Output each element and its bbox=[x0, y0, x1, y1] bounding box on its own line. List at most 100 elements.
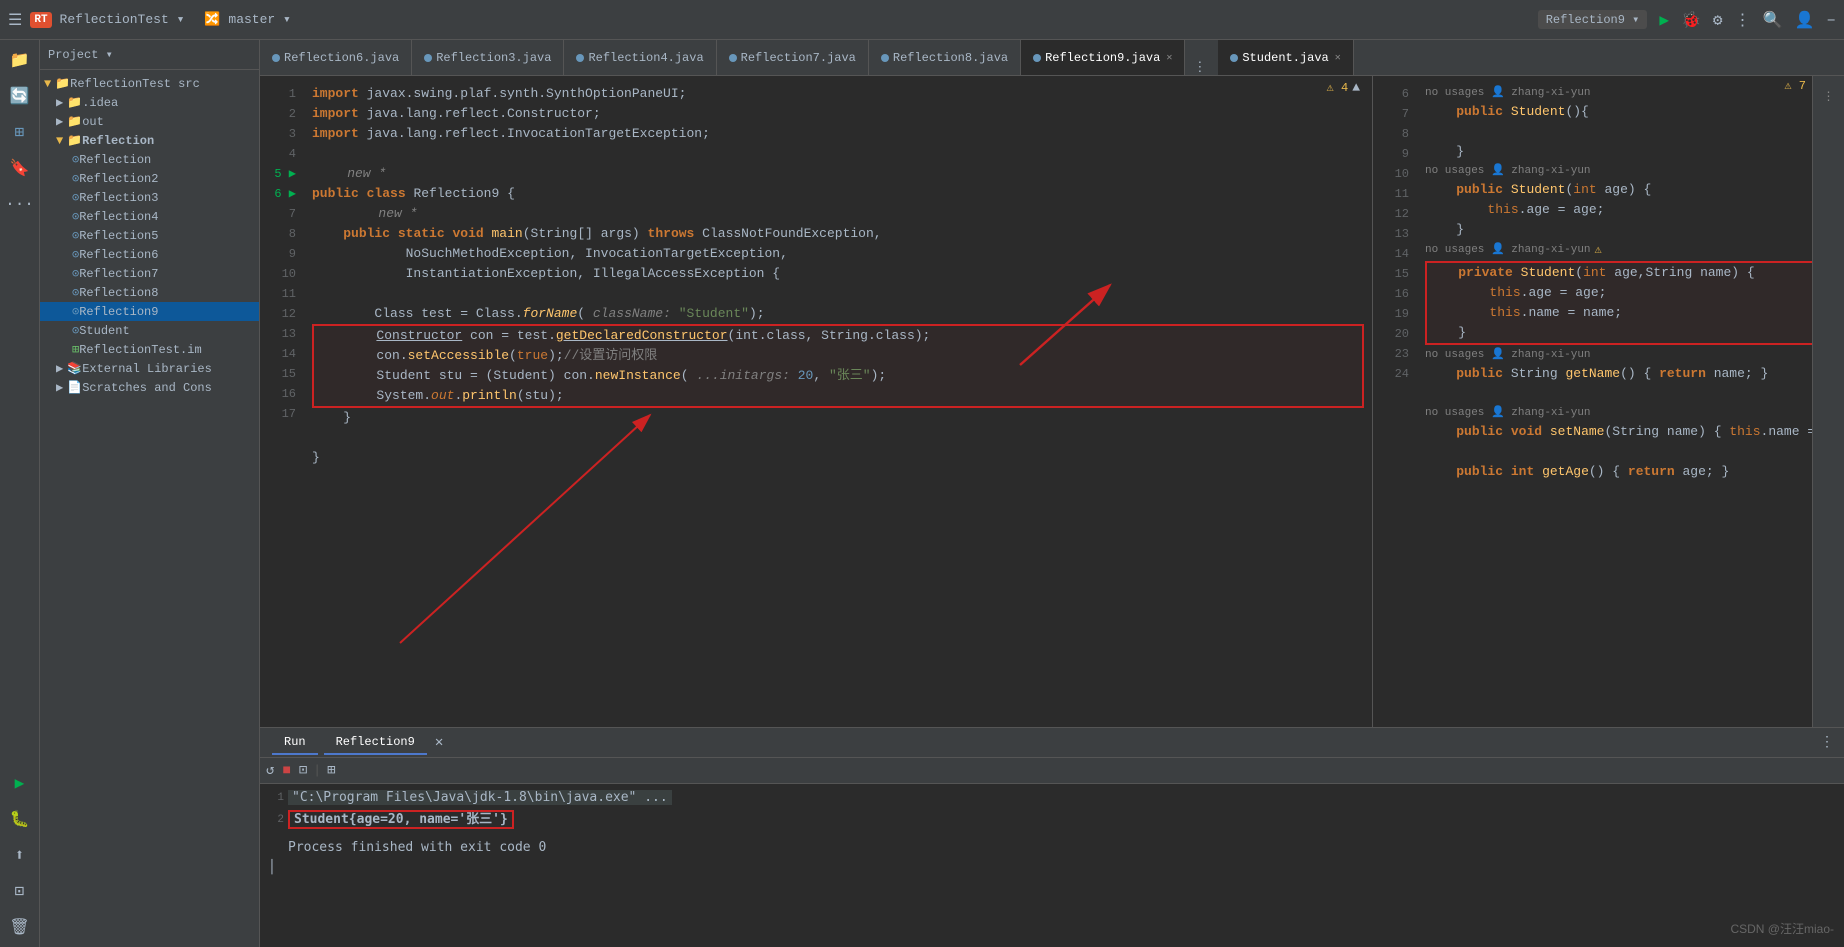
rerun-icon[interactable]: ↺ bbox=[264, 760, 276, 781]
toolbar-run-active-icon[interactable]: ▶ bbox=[4, 767, 36, 799]
student-warning: ⚠ 7 bbox=[1784, 79, 1806, 93]
title-bar-left: ☰ RT ReflectionTest ▾ 🔀 master ▾ bbox=[8, 10, 291, 30]
toolbar-bookmark-icon[interactable]: 🔖 bbox=[4, 152, 36, 184]
tree-item-extlib[interactable]: ▶ 📚 External Libraries bbox=[40, 359, 259, 378]
main-layout: 📁 🔄 ⊞ 🔖 ··· ▶ 🐛 ⬆ ⊡ 🗑 Project ▾ ▼ 📁 Refl… bbox=[0, 40, 1844, 947]
minimize-icon[interactable]: – bbox=[1826, 11, 1836, 29]
red-box-code: Constructor con = test.getDeclaredConstr… bbox=[312, 324, 1364, 408]
r1-label: Reflection bbox=[79, 153, 151, 167]
code-line-6: public static void main(String[] args) t… bbox=[312, 224, 1364, 244]
tab-reflection6[interactable]: Reflection6.java bbox=[260, 40, 412, 75]
app-menu-icon[interactable]: ☰ bbox=[8, 10, 22, 30]
tree-item-reflection2[interactable]: ⊙ Reflection2 bbox=[40, 169, 259, 188]
reflection9-editor[interactable]: ⚠ 4 ▲ 1 2 3 4 5 ▶ 6 ▶ 7 8 9 bbox=[260, 76, 1372, 727]
tree-item-reflection6[interactable]: ⊙ Reflection6 bbox=[40, 245, 259, 264]
tree-item-reflection1[interactable]: ⊙ Reflection bbox=[40, 150, 259, 169]
tree-item-reflection7[interactable]: ⊙ Reflection7 bbox=[40, 264, 259, 283]
tree-item-reflectiontest[interactable]: ⊞ ReflectionTest.im bbox=[40, 340, 259, 359]
toolbar-terminal-icon[interactable]: ⊡ bbox=[4, 875, 36, 907]
toolbar-debug2-icon[interactable]: 🐛 bbox=[4, 803, 36, 835]
r1-icon: ⊙ bbox=[72, 152, 79, 167]
tree-item-idea[interactable]: ▶ 📁 .idea bbox=[40, 93, 259, 112]
root-label: ReflectionTest src bbox=[70, 77, 200, 91]
tab-reflection7[interactable]: Reflection7.java bbox=[717, 40, 869, 75]
student-line-16: public String getName() { return name; } bbox=[1425, 364, 1812, 384]
right-toolbar-icon1[interactable]: ⋮ bbox=[1813, 80, 1844, 112]
tree-item-reflection-folder[interactable]: ▼ 📁 Reflection bbox=[40, 131, 259, 150]
tree-item-reflection4[interactable]: ⊙ Reflection4 bbox=[40, 207, 259, 226]
bottom-more-icon[interactable]: ⋮ bbox=[1818, 732, 1836, 753]
debug-icon[interactable]: 🐞 bbox=[1681, 10, 1701, 30]
code-line-10: Class test = Class.forName( className: "… bbox=[312, 304, 1364, 324]
project-tree: ▼ 📁 ReflectionTest src ▶ 📁 .idea ▶ 📁 out… bbox=[40, 70, 259, 947]
close-bottom-icon[interactable]: ✕ bbox=[433, 732, 445, 753]
tree-item-student[interactable]: ⊙ Student bbox=[40, 321, 259, 340]
code-line-17: } bbox=[312, 448, 1364, 468]
tab-reflection4[interactable]: Reflection4.java bbox=[564, 40, 716, 75]
run-icon[interactable]: ▶ bbox=[1659, 10, 1669, 30]
tree-item-reflection8[interactable]: ⊙ Reflection8 bbox=[40, 283, 259, 302]
tab-reflection9[interactable]: Reflection9.java ✕ bbox=[1021, 40, 1185, 75]
toolbar-more-icon[interactable]: ··· bbox=[4, 188, 36, 220]
toolbar-structure-icon[interactable]: ⊞ bbox=[4, 116, 36, 148]
code-line-15: } bbox=[312, 408, 1364, 428]
code-line-8: InstantiationException, IllegalAccessExc… bbox=[312, 264, 1364, 284]
reflection-expand: ▼ bbox=[56, 134, 63, 148]
tree-item-out[interactable]: ▶ 📁 out bbox=[40, 112, 259, 131]
student-line-12: private Student(int age,String name) { bbox=[1427, 263, 1812, 283]
student-icon: ⊙ bbox=[72, 323, 79, 338]
r4-label: Reflection4 bbox=[79, 210, 158, 224]
title-bar-right: Reflection9 ▾ ▶ 🐞 ⚙ ⋮ 🔍 👤 – bbox=[1538, 10, 1836, 30]
vcs-branch[interactable]: 🔀 master ▾ bbox=[204, 12, 290, 27]
run-config[interactable]: Reflection9 ▾ bbox=[1538, 10, 1648, 29]
r5-label: Reflection5 bbox=[79, 229, 158, 243]
filter-icon[interactable]: ⊞ bbox=[325, 760, 337, 781]
run-toolbar: Run Reflection9 ✕ bbox=[268, 729, 449, 757]
student-line-6: public Student(){ bbox=[1425, 102, 1812, 122]
bottom-tab-run[interactable]: Run bbox=[272, 731, 318, 755]
student-line-20: public void setName(String name) { this.… bbox=[1425, 422, 1812, 442]
code-line-1: import javax.swing.plaf.synth.SynthOptio… bbox=[312, 84, 1364, 104]
editor-area: Reflection6.java Reflection3.java Reflec… bbox=[260, 40, 1844, 947]
student-editor[interactable]: ⚠ 7 6 7 8 9 10 11 12 13 14 bbox=[1372, 76, 1812, 727]
code-line-12: con.setAccessible(true);//设置访问权限 bbox=[314, 346, 1362, 366]
student-line-7 bbox=[1425, 122, 1812, 142]
toolbar-git-icon[interactable]: ⬆ bbox=[4, 839, 36, 871]
more-icon[interactable]: ⋮ bbox=[1735, 10, 1751, 30]
warning-nav-up[interactable]: ▲ bbox=[1352, 80, 1360, 95]
line-numbers-student: 6 7 8 9 10 11 12 13 14 15 16 bbox=[1373, 76, 1413, 727]
watermark: CSDN @汪汪miao- bbox=[1730, 920, 1834, 937]
tabs-bar: Reflection6.java Reflection3.java Reflec… bbox=[260, 40, 1844, 76]
tree-item-reflection5[interactable]: ⊙ Reflection5 bbox=[40, 226, 259, 245]
tab-dot-r6 bbox=[272, 54, 280, 62]
scratches-label: Scratches and Cons bbox=[82, 381, 212, 395]
tab-close-student[interactable]: ✕ bbox=[1335, 52, 1341, 64]
tab-close-r9[interactable]: ✕ bbox=[1166, 52, 1172, 64]
tree-item-root[interactable]: ▼ 📁 ReflectionTest src bbox=[40, 74, 259, 93]
editor-content-r9: 1 2 3 4 5 ▶ 6 ▶ 7 8 9 10 11 12 bbox=[260, 76, 1372, 727]
tab-label-r7: Reflection7.java bbox=[741, 51, 856, 65]
bottom-tab-reflection9[interactable]: Reflection9 bbox=[324, 731, 427, 755]
profile-icon[interactable]: 👤 bbox=[1794, 10, 1814, 30]
toolbar-commit-icon[interactable]: 🔄 bbox=[4, 80, 36, 112]
tree-item-scratches[interactable]: ▶ 📄 Scratches and Cons bbox=[40, 378, 259, 397]
tab-label-r9: Reflection9.java bbox=[1045, 51, 1160, 65]
console-line-exit: Process finished with exit code 0 bbox=[288, 838, 546, 858]
tree-item-reflection9[interactable]: ⊙ Reflection9 bbox=[40, 302, 259, 321]
stop-icon[interactable]: ■ bbox=[280, 761, 292, 781]
console-row-exit: Process finished with exit code 0 bbox=[268, 838, 1836, 858]
scratches-expand: ▶ bbox=[56, 380, 63, 395]
restore-icon[interactable]: ⊡ bbox=[297, 760, 309, 781]
tab-reflection3[interactable]: Reflection3.java bbox=[412, 40, 564, 75]
tab-more-icon[interactable]: ⋮ bbox=[1185, 60, 1214, 75]
hint-usage3-row: no usages 👤 zhang-xi-yun ⚠ bbox=[1425, 240, 1812, 260]
search-icon[interactable]: 🔍 bbox=[1763, 10, 1783, 30]
student-line-19 bbox=[1425, 384, 1812, 404]
tab-student[interactable]: Student.java ✕ bbox=[1218, 40, 1353, 75]
toolbar-folder-icon[interactable]: 📁 bbox=[4, 44, 36, 76]
settings-icon[interactable]: ⚙ bbox=[1713, 10, 1723, 30]
toolbar-trash-icon[interactable]: 🗑 bbox=[4, 911, 36, 943]
tab-reflection8[interactable]: Reflection8.java bbox=[869, 40, 1021, 75]
out-icon: 📁 bbox=[67, 114, 82, 129]
tree-item-reflection3[interactable]: ⊙ Reflection3 bbox=[40, 188, 259, 207]
